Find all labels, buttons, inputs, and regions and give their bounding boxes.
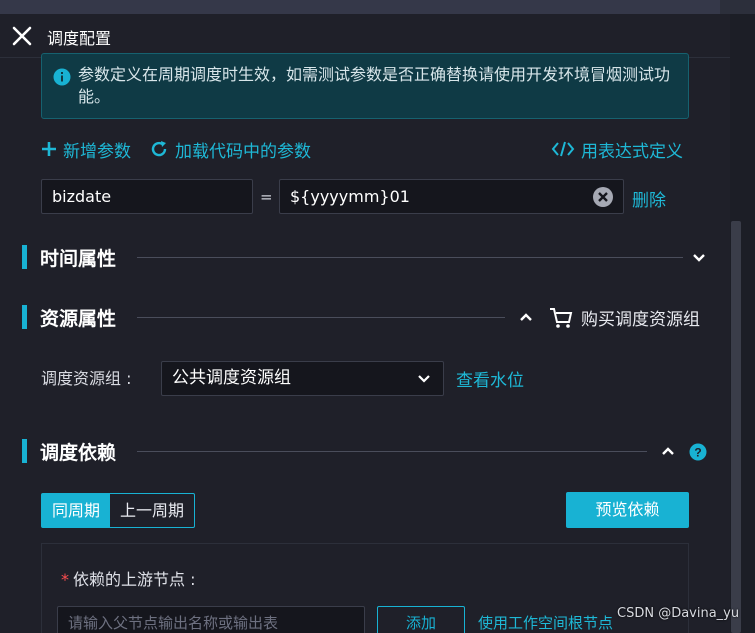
add-upstream-button[interactable]: 添加 (377, 606, 465, 633)
buy-resource-group-label: 购买调度资源组 (581, 310, 700, 330)
expression-define-label: 用表达式定义 (581, 141, 683, 162)
section-divider (137, 257, 683, 258)
equals-sign: = (260, 188, 273, 206)
param-key-input[interactable]: bizdate (41, 179, 253, 214)
section-title: 资源属性 (40, 308, 117, 330)
panel-header: 调度配置 (0, 14, 730, 58)
chevron-down-icon (418, 375, 430, 383)
section-marker (22, 305, 27, 329)
section-divider (137, 317, 505, 318)
plus-icon (42, 142, 56, 156)
resource-group-value: 公共调度资源组 (172, 368, 291, 388)
section-divider (137, 451, 647, 452)
required-mark: * (61, 570, 69, 589)
info-icon (53, 68, 71, 86)
upstream-input[interactable]: 请输入父节点输出名称或输出表 (57, 606, 365, 633)
upstream-label: 依赖的上游节点 : (73, 570, 196, 589)
load-params-label: 加载代码中的参数 (175, 141, 311, 162)
top-strip-gap (720, 0, 755, 14)
load-params-button[interactable]: 加载代码中的参数 (149, 137, 311, 162)
section-title: 时间属性 (40, 248, 117, 270)
upstream-label-row: * 依赖的上游节点 : (61, 566, 195, 590)
svg-text:?: ? (694, 446, 701, 460)
section-title: 调度依赖 (40, 442, 117, 464)
use-root-node-link[interactable]: 使用工作空间根节点 (478, 612, 613, 633)
add-param-button[interactable]: 新增参数 (41, 137, 131, 162)
scrollbar[interactable] (731, 221, 741, 633)
tab-same-cycle[interactable]: 同周期 (42, 494, 111, 527)
param-value-input[interactable]: ${yyyymm}01 (279, 179, 624, 214)
add-param-label: 新增参数 (63, 141, 131, 162)
cycle-tabs: 同周期 上一周期 (41, 493, 196, 528)
view-watermark-link[interactable]: 查看水位 (456, 366, 524, 391)
panel-title: 调度配置 (47, 29, 112, 48)
refresh-icon (151, 141, 167, 157)
info-banner: 参数定义在周期调度时生效，如需测试参数是否正确替换请使用开发环境冒烟测试功能。 (41, 53, 689, 119)
close-icon[interactable] (11, 25, 33, 47)
section-time-attributes: 时间属性 (22, 244, 712, 270)
section-marker (22, 245, 27, 269)
preview-dependency-button[interactable]: 预览依赖 (566, 492, 689, 528)
csdn-watermark: CSDN @Davina_yu (617, 606, 740, 621)
resource-group-select[interactable]: 公共调度资源组 (161, 361, 444, 396)
cart-icon (550, 307, 573, 328)
resource-group-label: 调度资源组 : (41, 369, 132, 388)
buy-resource-group-button[interactable]: 购买调度资源组 (549, 305, 700, 330)
section-marker (22, 439, 27, 463)
chevron-up-icon[interactable] (519, 310, 533, 324)
tab-previous-cycle[interactable]: 上一周期 (110, 494, 194, 527)
upstream-box: * 依赖的上游节点 : 请输入父节点输出名称或输出表 添加 使用工作空间根节点 (41, 543, 689, 633)
chevron-down-icon[interactable] (692, 251, 706, 265)
code-icon (551, 141, 575, 157)
top-strip (0, 0, 755, 14)
info-text: 参数定义在周期调度时生效，如需测试参数是否正确替换请使用开发环境冒烟测试功能。 (78, 65, 671, 106)
chevron-up-icon[interactable] (661, 444, 675, 458)
clear-icon[interactable] (592, 186, 614, 208)
section-dependency: 调度依赖 (22, 438, 712, 464)
help-icon[interactable]: ? (689, 443, 707, 461)
delete-param-link[interactable]: 删除 (632, 186, 666, 211)
expression-define-button[interactable]: 用表达式定义 (551, 137, 683, 162)
